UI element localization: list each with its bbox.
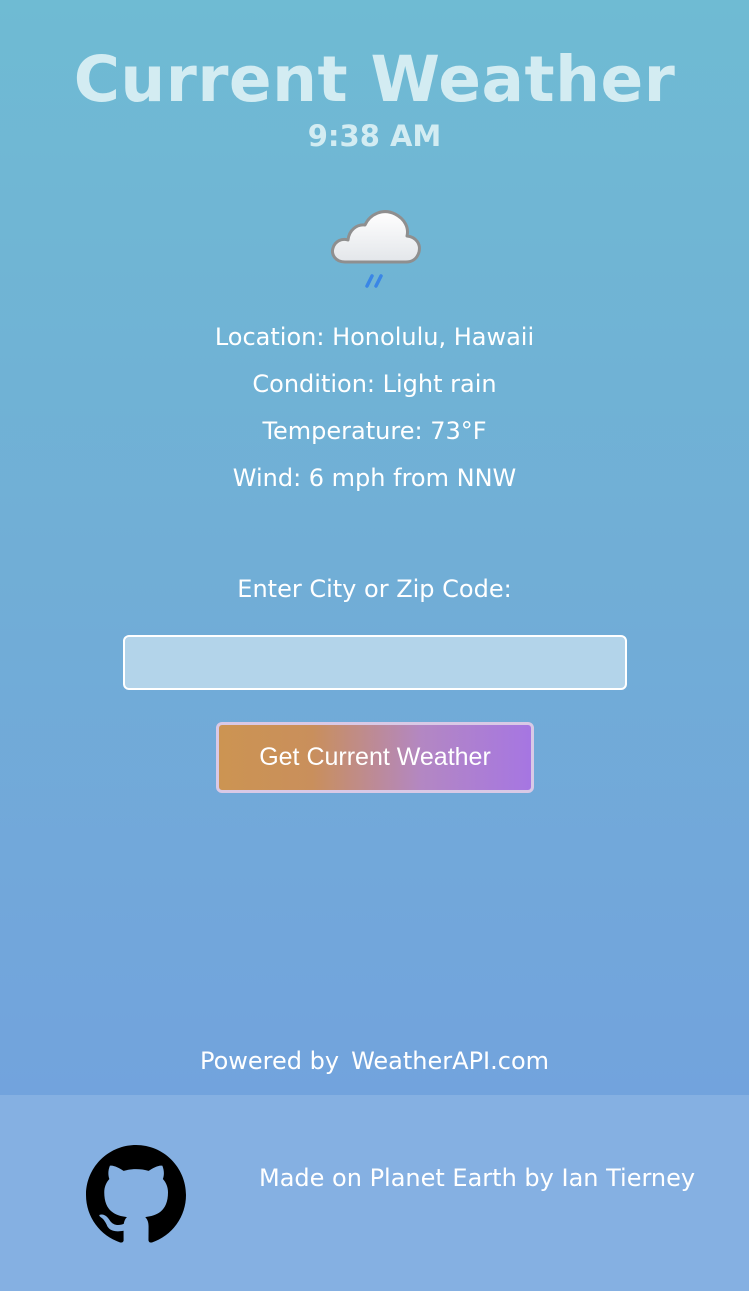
github-icon[interactable] bbox=[86, 1145, 186, 1245]
attribution: Powered by WeatherAPI.com bbox=[0, 1046, 749, 1076]
temperature-text: Temperature: 73°F bbox=[262, 417, 487, 445]
city-zip-input[interactable] bbox=[123, 635, 627, 690]
search-label: Enter City or Zip Code: bbox=[237, 575, 512, 603]
page-title: Current Weather bbox=[73, 43, 676, 116]
condition-text: Condition: Light rain bbox=[252, 370, 497, 398]
weather-page: Current Weather 9:38 AM Location: Honolu… bbox=[0, 0, 749, 1291]
footer: Made on Planet Earth by Ian Tierney bbox=[0, 1095, 749, 1291]
location-text: Location: Honolulu, Hawaii bbox=[214, 323, 535, 351]
weatherapi-link[interactable]: WeatherAPI.com bbox=[351, 1047, 549, 1075]
light-rain-cloud-icon bbox=[331, 210, 421, 288]
wind-text: Wind: 6 mph from NNW bbox=[232, 464, 517, 492]
attribution-prefix: Powered by bbox=[199, 1047, 340, 1075]
get-weather-button[interactable]: Get Current Weather bbox=[216, 722, 534, 793]
current-time: 9:38 AM bbox=[307, 119, 442, 153]
footer-credit: Made on Planet Earth by Ian Tierney bbox=[259, 1164, 696, 1192]
